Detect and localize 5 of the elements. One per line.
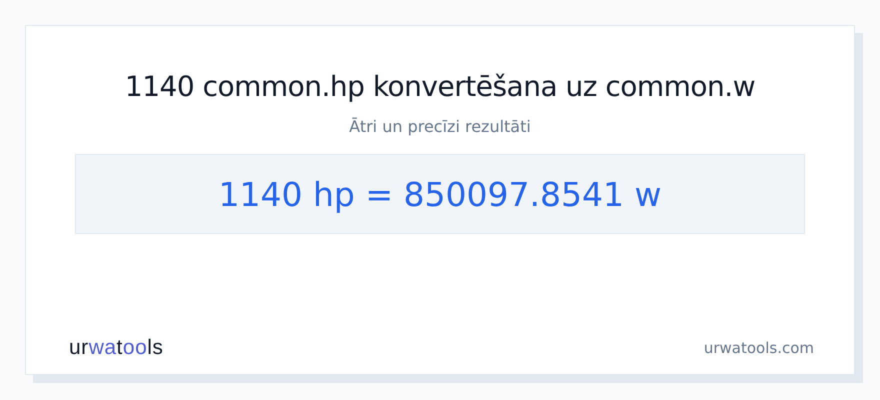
subtitle: Ātri un precīzi rezultāti: [349, 117, 531, 136]
logo: urwatools: [69, 336, 164, 360]
page-title: 1140 common.hp konvertēšana uz common.w: [124, 70, 756, 103]
site-address: urwatools.com: [704, 339, 814, 357]
result-panel: 1140 hp = 850097.8541 w: [75, 154, 805, 234]
